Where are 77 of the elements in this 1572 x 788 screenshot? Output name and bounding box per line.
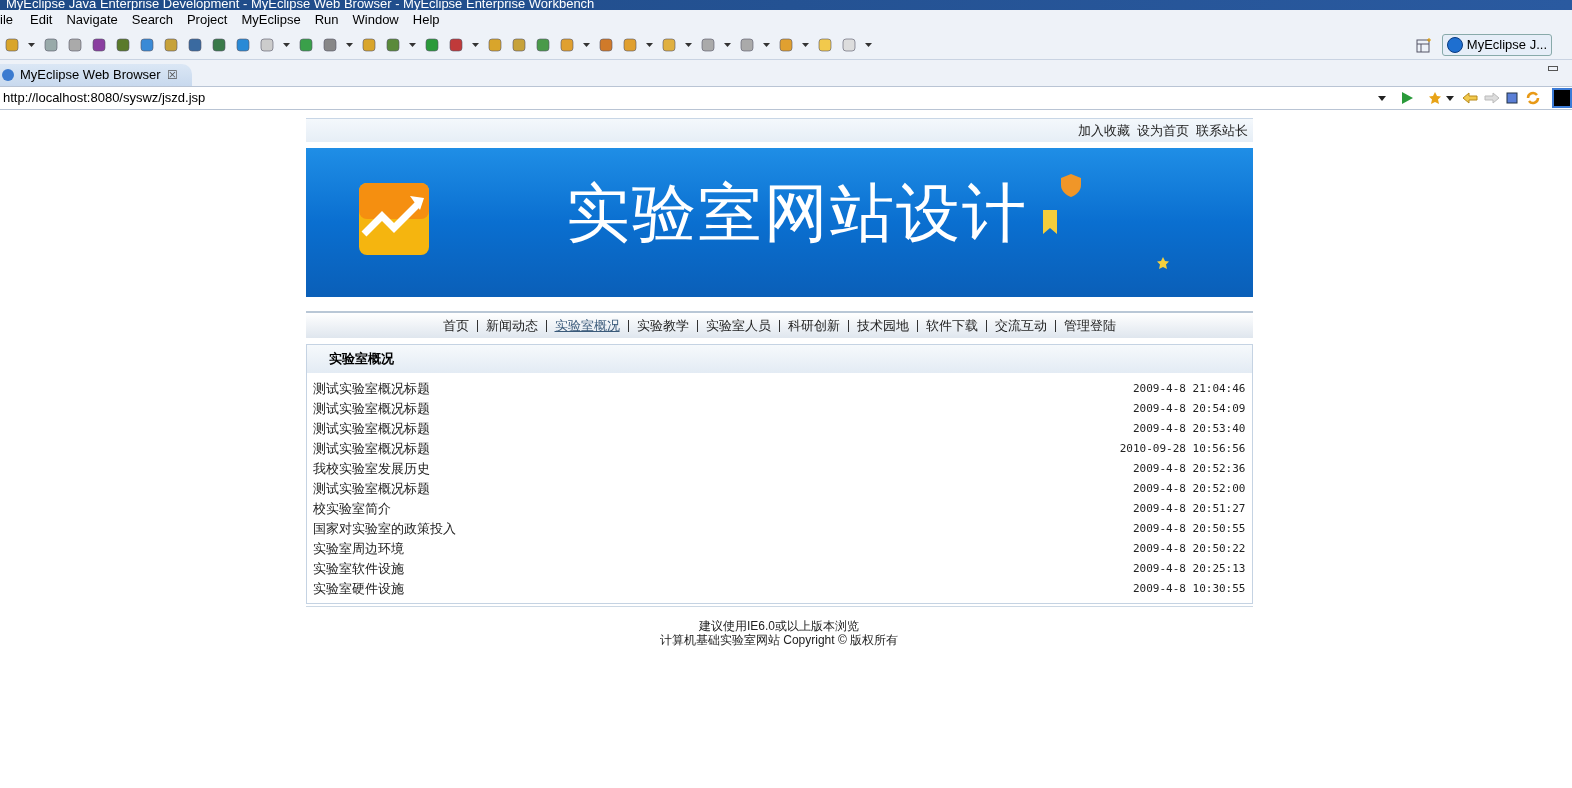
- tab-label: MyEclipse Web Browser: [19, 66, 162, 85]
- nav-link[interactable]: 实验教学: [636, 315, 689, 336]
- dropdown-icon[interactable]: [1378, 95, 1386, 101]
- article-date: 2009-4-8 20:50:55: [1132, 520, 1246, 537]
- menu-item[interactable]: Edit: [23, 10, 60, 30]
- article-date: 2009-4-8 20:25:13: [1132, 560, 1246, 577]
- article-date: 2009-4-8 20:53:40: [1132, 420, 1246, 437]
- editor-tab[interactable]: MyEclipse Web Browser ☒: [0, 64, 192, 86]
- menu-item[interactable]: Window: [345, 10, 406, 30]
- article-date: 2009-4-8 20:51:27: [1132, 500, 1246, 517]
- star-icon: [1155, 256, 1170, 270]
- article-link[interactable]: 测试实验室概况标题: [312, 479, 430, 499]
- dropdown-icon[interactable]: [346, 42, 353, 47]
- article-link[interactable]: 实验室软件设施: [312, 559, 404, 579]
- ribbon-icon: [1041, 208, 1058, 235]
- dropdown-icon[interactable]: [472, 42, 479, 47]
- nav-link[interactable]: 交流互动: [994, 315, 1047, 336]
- article-link[interactable]: 测试实验室概况标题: [312, 379, 430, 399]
- perspective-icon: [1446, 36, 1463, 53]
- nav-link[interactable]: 管理登陆: [1063, 315, 1116, 336]
- nav-link[interactable]: 新闻动态: [485, 315, 538, 336]
- footer-text: 计算机基础实验室网站 Copyright © 版权所有: [659, 633, 899, 647]
- header-link[interactable]: 加入收藏: [1077, 120, 1130, 141]
- article-link[interactable]: 测试实验室概况标题: [312, 399, 430, 419]
- article-date: 2009-4-8 21:04:46: [1132, 380, 1246, 397]
- dropdown-icon[interactable]: [283, 42, 290, 47]
- nav-link[interactable]: 实验室人员: [705, 315, 771, 336]
- nav-link[interactable]: 实验室概况: [554, 315, 620, 336]
- star-icon[interactable]: [1428, 91, 1442, 105]
- menu-item[interactable]: Navigate: [59, 10, 125, 30]
- article-date: 2009-4-8 20:50:22: [1132, 540, 1246, 557]
- banner-title: 实验室网站设计: [565, 180, 1028, 245]
- panel-title: 实验室概况: [328, 350, 394, 369]
- menu-item[interactable]: Project: [179, 10, 235, 30]
- chart-logo-icon: [357, 181, 430, 256]
- article-date: 2009-4-8 20:52:36: [1132, 460, 1246, 477]
- article-link[interactable]: 测试实验室概况标题: [312, 419, 430, 439]
- article-link[interactable]: 国家对实验室的政策投入: [312, 519, 456, 539]
- header-link[interactable]: 联系站长: [1195, 120, 1248, 141]
- article-date: 2009-4-8 20:54:09: [1132, 400, 1246, 417]
- dropdown-icon[interactable]: [28, 42, 35, 47]
- footer-text: 建议使用IE6.0或以上版本浏览: [699, 619, 859, 633]
- dropdown-icon[interactable]: [685, 42, 692, 47]
- dropdown-icon[interactable]: [646, 42, 653, 47]
- go-icon[interactable]: [1400, 91, 1414, 105]
- nav-link[interactable]: 软件下载: [925, 315, 978, 336]
- toolbar-panel: [1552, 88, 1572, 108]
- article-link[interactable]: 实验室硬件设施: [312, 579, 404, 599]
- dropdown-icon[interactable]: [763, 42, 770, 47]
- stop-icon[interactable]: [1506, 92, 1518, 104]
- dropdown-icon[interactable]: [724, 42, 731, 47]
- menu-item[interactable]: ile: [0, 10, 23, 30]
- dropdown-icon[interactable]: [865, 42, 872, 47]
- article-date: 2009-4-8 20:52:00: [1132, 480, 1246, 497]
- dropdown-icon[interactable]: [802, 42, 809, 47]
- article-link[interactable]: 实验室周边环境: [312, 539, 404, 559]
- nav-link[interactable]: 技术园地: [856, 315, 909, 336]
- article-link[interactable]: 校实验室简介: [312, 499, 391, 519]
- dropdown-icon[interactable]: [409, 42, 416, 47]
- address-field[interactable]: http://localhost:8080/syswz/jszd.jsp: [0, 87, 1378, 109]
- dropdown-icon[interactable]: [1446, 95, 1454, 101]
- nav-link[interactable]: 科研创新: [787, 315, 840, 336]
- dropdown-icon[interactable]: [583, 42, 590, 47]
- minimize-icon[interactable]: [1548, 66, 1558, 71]
- article-date: 2009-4-8 10:30:55: [1132, 580, 1246, 597]
- menu-item[interactable]: Help: [405, 10, 447, 30]
- menu-item[interactable]: MyEclipse: [234, 10, 308, 30]
- nav-link[interactable]: 首页: [442, 315, 469, 336]
- article-link[interactable]: 我校实验室发展历史: [312, 459, 430, 479]
- article-date: 2010-09-28 10:56:56: [1119, 440, 1246, 457]
- open-perspective-icon[interactable]: [1415, 36, 1432, 53]
- article-link[interactable]: 测试实验室概况标题: [312, 439, 430, 459]
- perspective-button[interactable]: MyEclipse J...: [1441, 33, 1552, 56]
- header-link[interactable]: 设为首页: [1136, 120, 1189, 141]
- menu-item[interactable]: Run: [307, 10, 346, 30]
- close-button[interactable]: ☒: [166, 66, 178, 84]
- menu-item[interactable]: Search: [124, 10, 180, 30]
